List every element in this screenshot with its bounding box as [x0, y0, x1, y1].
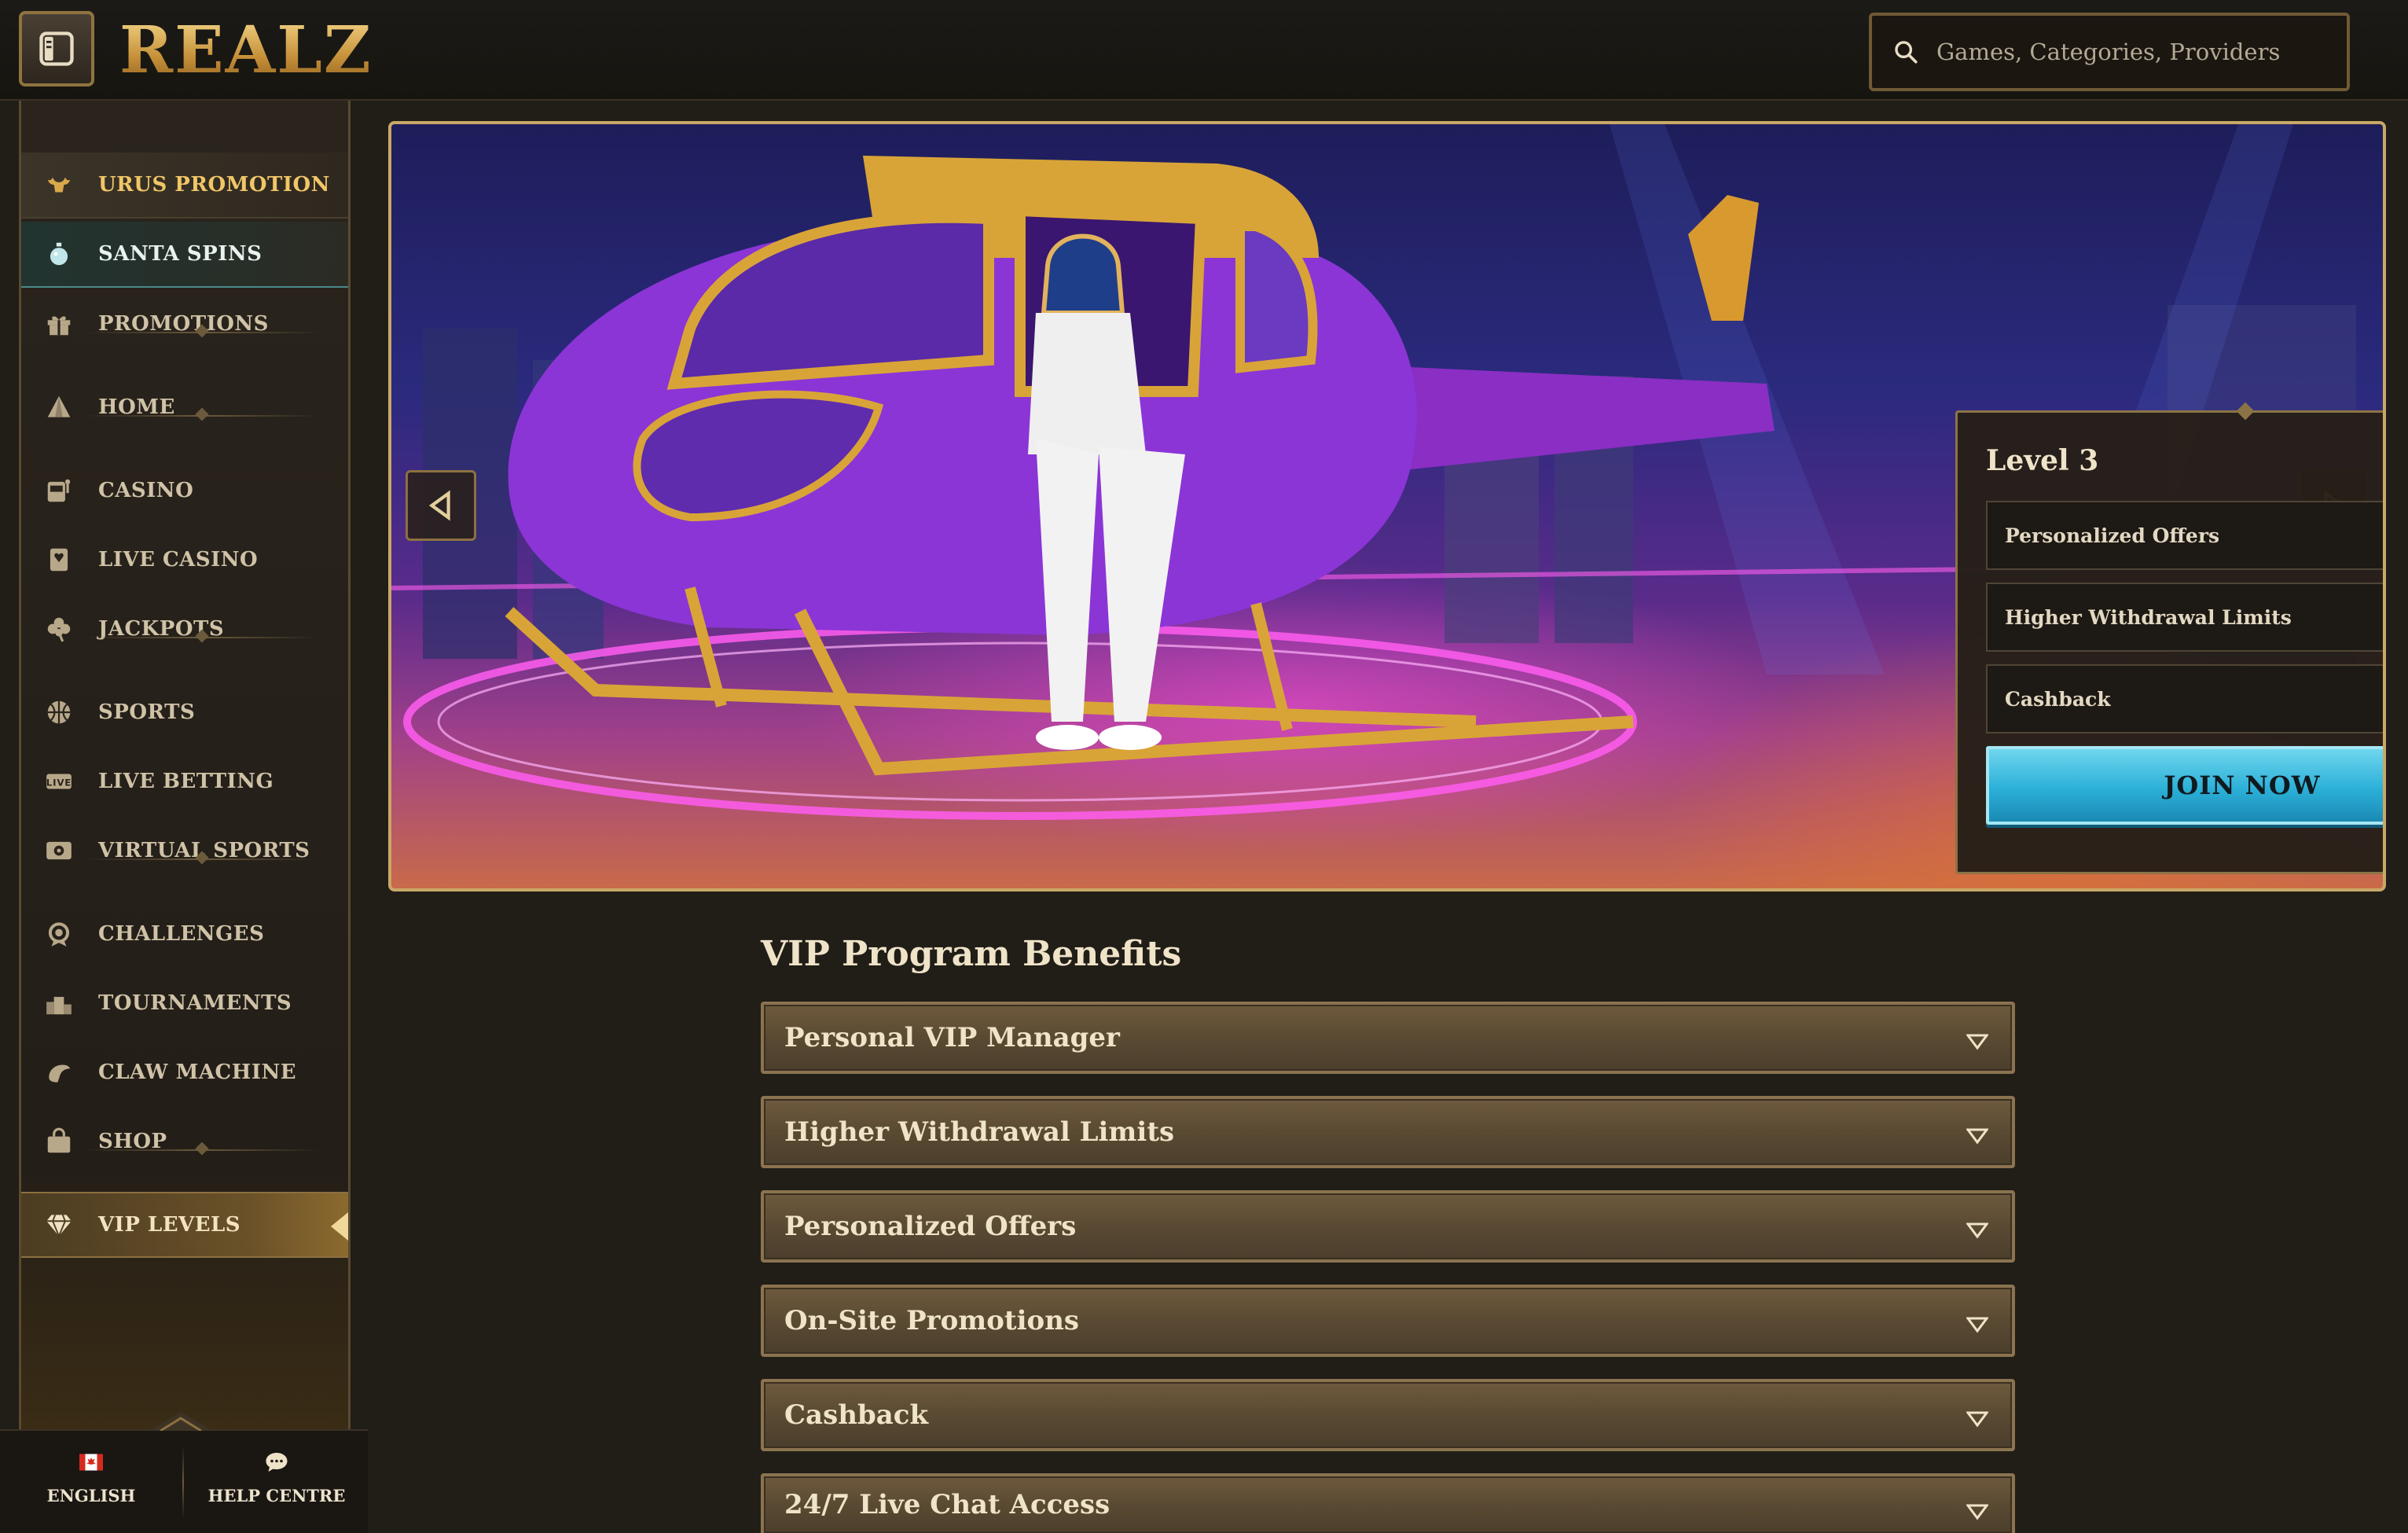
playing-card-icon — [43, 544, 75, 575]
accordion-label: Cashback — [784, 1399, 929, 1431]
chevron-down-icon — [1966, 1411, 1988, 1428]
chevron-down-icon — [1966, 1504, 1988, 1520]
accordion-label: Personal VIP Manager — [784, 1022, 1120, 1053]
level-perk: Cashback — [1986, 664, 2383, 733]
svg-text:LIVE: LIVE — [46, 778, 72, 789]
level-title: Level 3 — [1986, 444, 2099, 477]
sidebar: URUS PROMOTION SANTA SPINS PROMOTIONS HO… — [19, 101, 351, 1429]
sidebar-item-casino[interactable]: CASINO — [21, 458, 348, 524]
clover-icon — [43, 613, 75, 645]
accordion-label: Personalized Offers — [784, 1211, 1077, 1242]
vip-level-card: Level 3 Personalized Offers Higher Withd… — [1955, 402, 2383, 874]
shopping-bag-icon — [43, 1126, 75, 1157]
search-bar[interactable] — [1869, 13, 2350, 91]
canada-flag-icon — [13, 1448, 170, 1480]
claw-icon — [43, 1057, 75, 1088]
sidebar-item-label: LIVE BETTING — [98, 770, 274, 793]
chevron-down-icon — [1966, 1222, 1988, 1239]
podium-icon — [43, 987, 75, 1019]
help-centre-label: HELP CENTRE — [207, 1486, 346, 1505]
badge-icon — [43, 918, 75, 950]
bull-icon — [43, 169, 75, 200]
language-label: ENGLISH — [46, 1486, 136, 1505]
ornament-icon — [43, 238, 75, 270]
chevron-down-icon — [1966, 1034, 1988, 1050]
search-input[interactable] — [1936, 39, 2329, 65]
chevron-down-icon — [1966, 1128, 1988, 1145]
sidebar-divider — [84, 1149, 320, 1151]
realz-logo[interactable]: REALZ — [119, 13, 373, 88]
language-selector[interactable]: ENGLISH — [13, 1448, 170, 1505]
help-centre-button[interactable]: HELP CENTRE — [198, 1448, 355, 1505]
sidebar-item-label: LIVE CASINO — [98, 548, 259, 572]
sidebar-item-virtual-sports[interactable]: VIRTUAL SPORTS — [21, 818, 348, 884]
sidebar-item-tournaments[interactable]: TOURNAMENTS — [21, 970, 348, 1036]
sidebar-item-label: TOURNAMENTS — [98, 991, 292, 1015]
search-icon — [1895, 41, 1918, 64]
sidebar-item-claw-machine[interactable]: CLAW MACHINE — [21, 1039, 348, 1105]
live-badge-icon: LIVE — [43, 766, 75, 797]
sidebar-footer: ENGLISH HELP CENTRE — [0, 1412, 368, 1533]
benefit-accordion-personalized-offers[interactable]: Personalized Offers — [761, 1190, 2015, 1263]
carousel-prev-button[interactable] — [406, 470, 476, 541]
sidebar-item-vip-levels[interactable]: VIP LEVELS — [21, 1192, 348, 1258]
accordion-label: On-Site Promotions — [784, 1305, 1080, 1336]
active-indicator — [331, 1212, 348, 1241]
sidebar-divider — [84, 637, 320, 638]
sidebar-divider — [84, 858, 320, 860]
sidebar-item-label: SPORTS — [98, 700, 196, 724]
benefit-accordion-cashback[interactable]: Cashback — [761, 1379, 2015, 1451]
sidebar-toggle-button[interactable] — [19, 11, 94, 86]
benefits-title: VIP Program Benefits — [761, 934, 1182, 974]
pyramid-icon — [43, 392, 75, 423]
level-perk: Higher Withdrawal Limits — [1986, 583, 2383, 652]
benefit-accordion-personal-vip-manager[interactable]: Personal VIP Manager — [761, 1002, 2015, 1074]
benefit-accordion-live-chat-access[interactable]: 24/7 Live Chat Access — [761, 1473, 2015, 1533]
sidebar-item-label: CASINO — [98, 479, 194, 502]
benefit-accordion-on-site-promotions[interactable]: On-Site Promotions — [761, 1285, 2015, 1357]
sidebar-toggle-icon — [39, 31, 74, 66]
join-now-button[interactable]: JOIN NOW — [1986, 746, 2383, 825]
gift-icon — [43, 308, 75, 340]
chevron-down-icon — [1966, 1317, 1988, 1333]
sidebar-item-urus-promotion[interactable]: URUS PROMOTION — [21, 153, 348, 219]
sidebar-item-shop[interactable]: SHOP — [21, 1108, 348, 1175]
sidebar-item-label: URUS PROMOTION — [98, 173, 330, 197]
sidebar-item-home[interactable]: HOME — [21, 374, 348, 440]
sidebar-item-live-betting[interactable]: LIVE LIVE BETTING — [21, 748, 348, 814]
sidebar-divider — [84, 332, 320, 333]
sidebar-item-sports[interactable]: SPORTS — [21, 679, 348, 745]
benefit-accordion-higher-withdrawal-limits[interactable]: Higher Withdrawal Limits — [761, 1096, 2015, 1168]
footer-divider — [182, 1447, 184, 1519]
sidebar-item-label: CLAW MACHINE — [98, 1061, 297, 1084]
accordion-label: 24/7 Live Chat Access — [784, 1489, 1110, 1520]
sidebar-item-challenges[interactable]: CHALLENGES — [21, 901, 348, 967]
diamond-icon — [43, 1209, 75, 1241]
top-bar: REALZ — [0, 0, 2408, 101]
slot-machine-icon — [43, 475, 75, 506]
level-perk: Personalized Offers — [1986, 501, 2383, 570]
hero-banner: Level 3 Personalized Offers Higher Withd… — [388, 121, 2386, 891]
accordion-label: Higher Withdrawal Limits — [784, 1116, 1175, 1148]
chevron-up-icon[interactable] — [149, 1407, 212, 1431]
sidebar-item-label: VIP LEVELS — [98, 1213, 241, 1237]
sidebar-divider — [84, 415, 320, 417]
sidebar-item-label: CHALLENGES — [98, 922, 265, 946]
chevron-left-icon — [428, 490, 450, 521]
sidebar-item-santa-spins[interactable]: SANTA SPINS — [21, 222, 348, 288]
chat-bubble-icon — [198, 1448, 355, 1480]
sidebar-item-promotions[interactable]: PROMOTIONS — [21, 291, 348, 357]
sidebar-item-label: SANTA SPINS — [98, 242, 262, 266]
sidebar-item-jackpots[interactable]: JACKPOTS — [21, 596, 348, 662]
virtual-soccer-icon — [43, 835, 75, 866]
sidebar-item-live-casino[interactable]: LIVE CASINO — [21, 527, 348, 593]
basketball-icon — [43, 697, 75, 728]
